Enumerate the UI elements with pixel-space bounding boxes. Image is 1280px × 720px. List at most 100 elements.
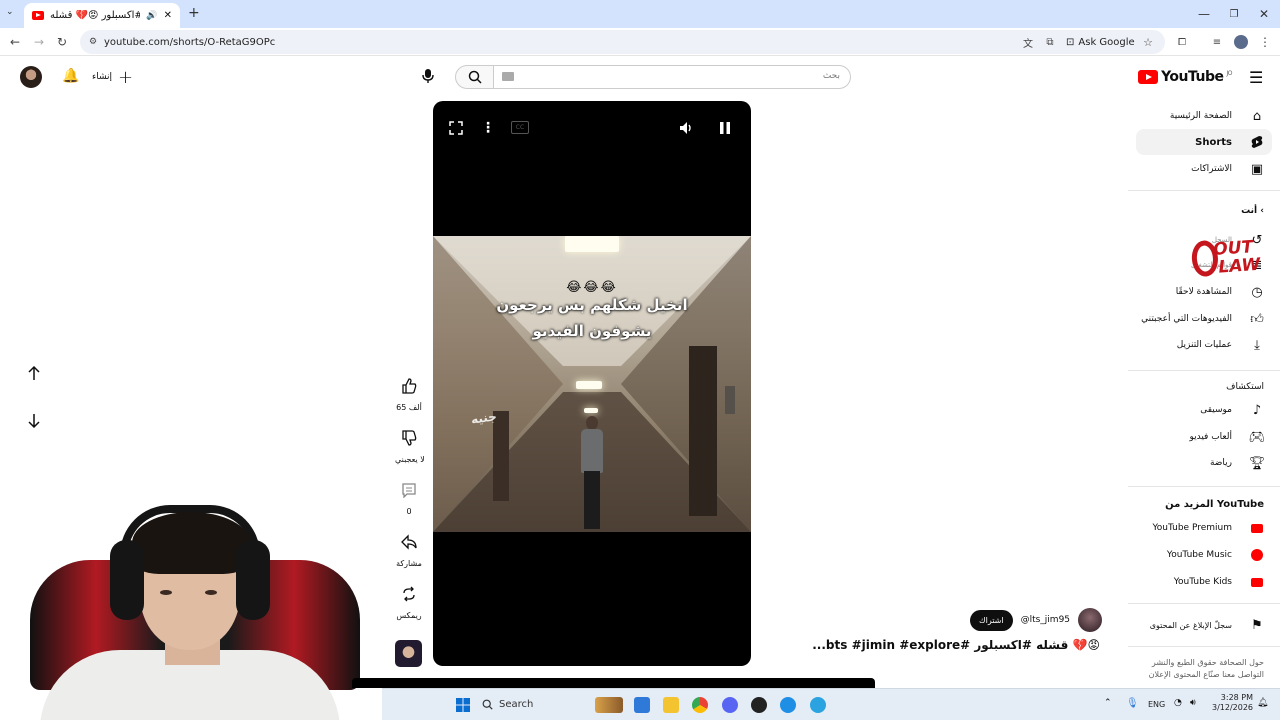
sidebar-item-report-history[interactable]: سجلّ الإبلاغ عن المحتوى ⚑ <box>1136 612 1280 638</box>
sidebar-item-sports[interactable]: رياضة 🏆︎ <box>1136 450 1280 476</box>
sidebar-item-gaming[interactable]: ألعاب فيديو 🎮︎ <box>1136 424 1280 450</box>
sidebar-item-home[interactable]: الصفحة الرئيسية ⌂ <box>1136 103 1280 129</box>
sidebar-item-yt-premium[interactable]: YouTube Premium <box>1136 515 1280 541</box>
chrome-icon[interactable] <box>692 697 708 713</box>
speaker-icon[interactable]: 🔊︎ <box>1190 698 1196 708</box>
fullscreen-icon[interactable] <box>447 119 465 137</box>
close-window-icon[interactable]: ✕ <box>1248 0 1280 28</box>
notification-bell-icon[interactable]: 🔔︎ <box>1257 698 1268 708</box>
sidebar-item-label: YouTube Premium <box>1152 523 1232 533</box>
like-action[interactable]: 65 ألف <box>395 372 423 412</box>
remix-icon[interactable] <box>395 580 423 608</box>
search-highlight-icon[interactable] <box>595 697 623 713</box>
browser-tab-strip: ⌄ ‫#opp .#اكسبلور 😡💔 قشله 🔊 ✕ + — ❐ ✕ <box>0 0 1280 28</box>
comments-action[interactable]: 0 <box>395 476 423 516</box>
notifications-icon[interactable]: 🔔 <box>62 68 79 84</box>
taskbar-clock[interactable]: 3:28 PM 3/12/2026 <box>1212 693 1253 713</box>
voice-search-icon[interactable] <box>421 68 435 84</box>
forward-icon[interactable]: → <box>32 35 46 49</box>
create-button[interactable]: إنشاء + <box>92 66 133 88</box>
bookmark-star-icon[interactable]: ☆ <box>1141 35 1155 49</box>
sidebar-item-label: عمليات التنزيل <box>1176 340 1232 350</box>
ceiling-light <box>576 381 602 389</box>
browser-icon[interactable] <box>810 697 826 713</box>
logo-line-2: LAW <box>1217 254 1261 278</box>
ask-google-button[interactable]: ⊡ Ask Google <box>1066 34 1135 50</box>
captions-icon[interactable]: CC <box>511 121 529 134</box>
headphone-cup <box>110 540 144 620</box>
sound-thumbnail[interactable] <box>395 640 422 667</box>
sidebar-item-shorts[interactable]: Shorts <box>1136 129 1272 155</box>
plus-icon: + <box>118 66 134 88</box>
account-avatar[interactable] <box>20 66 42 88</box>
short-description[interactable]: 😡💔 قشله #اكسبلور #bts #jimin #explore... <box>780 638 1100 652</box>
profile-avatar[interactable] <box>1234 35 1248 49</box>
channel-avatar[interactable] <box>1078 608 1103 632</box>
address-bar[interactable]: youtube.com/shorts/O-RetaG9OPc <box>80 30 1165 54</box>
language-indicator[interactable]: ENG <box>1148 700 1165 709</box>
footer-links-2[interactable]: التواصل معنا صنّاع المحتوى الإعلان <box>1149 669 1264 680</box>
new-tab-icon[interactable]: + <box>188 5 200 21</box>
previous-short-button[interactable] <box>20 359 48 387</box>
site-info-icon[interactable]: ⚙ <box>86 35 100 49</box>
keyboard-icon[interactable] <box>502 72 514 81</box>
youtube-logo[interactable]: YouTube JO <box>1138 69 1232 85</box>
taskbar-search[interactable]: Search <box>482 694 590 714</box>
menu-icon[interactable]: ☰ <box>1249 68 1263 87</box>
app-icon[interactable] <box>634 697 650 713</box>
search-button[interactable] <box>455 65 494 89</box>
remix-action[interactable]: ريمكس <box>395 580 423 620</box>
you-heading[interactable]: أنت ‹ <box>1241 206 1264 216</box>
more-options-icon[interactable]: ⋮ <box>480 119 496 137</box>
short-video-player[interactable]: ⋮ CC 😂😂😂 اتخيل شكلهم بس يرجعون يشوفون ال… <box>433 101 751 666</box>
like-icon[interactable] <box>395 372 423 400</box>
subscribe-button[interactable]: اشتراك <box>970 609 1013 631</box>
browser-tab[interactable]: ‫#opp .#اكسبلور 😡💔 قشله 🔊 ✕ <box>24 3 180 28</box>
sidebar-item-subscriptions[interactable]: الاشتراكات ▣ <box>1136 156 1280 182</box>
pause-icon[interactable] <box>716 119 734 137</box>
channel-row: اشتراك @lts_jim95 <box>970 608 1103 632</box>
tab-search-list-icon[interactable]: ≡ <box>1210 35 1224 49</box>
windows-start-icon[interactable] <box>455 697 471 713</box>
dislike-icon[interactable] <box>395 424 423 452</box>
extensions-icon[interactable]: ⧠ <box>1175 35 1189 49</box>
footer-links-1[interactable]: حول الصحافة حقوق الطبع والنشر <box>1152 657 1264 668</box>
tray-overflow-icon[interactable]: ⌃ <box>1104 698 1112 708</box>
share-icon[interactable] <box>395 528 423 556</box>
tab-audio-icon[interactable]: 🔊 <box>146 11 157 21</box>
minimize-icon[interactable]: — <box>1188 0 1220 28</box>
volume-icon[interactable] <box>677 119 695 137</box>
sidebar-item-music[interactable]: موسيقى ♪ <box>1136 397 1280 423</box>
ceiling-light <box>565 236 619 252</box>
edge-icon[interactable] <box>780 697 796 713</box>
search-input[interactable]: بحث <box>494 65 851 89</box>
sidebar-item-liked[interactable]: الفيديوهات التي أعجبتني 👍︎ <box>1136 306 1280 332</box>
reload-icon[interactable]: ↻ <box>55 35 69 49</box>
obs-icon[interactable] <box>751 697 767 713</box>
wifi-icon[interactable]: ◔ <box>1174 698 1182 708</box>
dark-strip <box>352 678 875 688</box>
sidebar-item-yt-kids[interactable]: YouTube Kids <box>1136 569 1280 595</box>
discord-icon[interactable] <box>722 697 738 713</box>
sidebar-item-downloads[interactable]: عمليات التنزيل ⤓ <box>1136 332 1280 358</box>
dislike-action[interactable]: لا يعجبني <box>395 424 425 464</box>
tab-search-icon[interactable]: ⌄ <box>6 7 14 17</box>
channel-handle[interactable]: @lts_jim95 <box>1021 615 1070 625</box>
video-caption: اتخيل شكلهم بس يرجعون يشوفون الفيديو <box>433 292 751 344</box>
shorts-icon <box>1250 135 1264 149</box>
back-icon[interactable]: ← <box>8 35 22 49</box>
eye <box>205 590 217 595</box>
sidebar-item-label: Shorts <box>1195 136 1232 148</box>
file-explorer-icon[interactable] <box>663 697 679 713</box>
sidebar-item-yt-music[interactable]: YouTube Music <box>1136 542 1280 568</box>
install-app-icon[interactable]: ⧉ <box>1043 35 1057 49</box>
next-short-button[interactable] <box>20 407 48 435</box>
share-action[interactable]: مشاركة <box>395 528 423 568</box>
restore-icon[interactable]: ❐ <box>1218 0 1250 28</box>
comment-icon[interactable] <box>395 476 423 504</box>
microphone-icon[interactable]: 🎙︎ <box>1126 698 1139 709</box>
sidebar-divider <box>1128 370 1280 371</box>
translate-icon[interactable]: 文 <box>1021 35 1035 50</box>
tab-close-icon[interactable]: ✕ <box>164 10 172 21</box>
browser-menu-icon[interactable]: ⋮ <box>1258 35 1272 49</box>
